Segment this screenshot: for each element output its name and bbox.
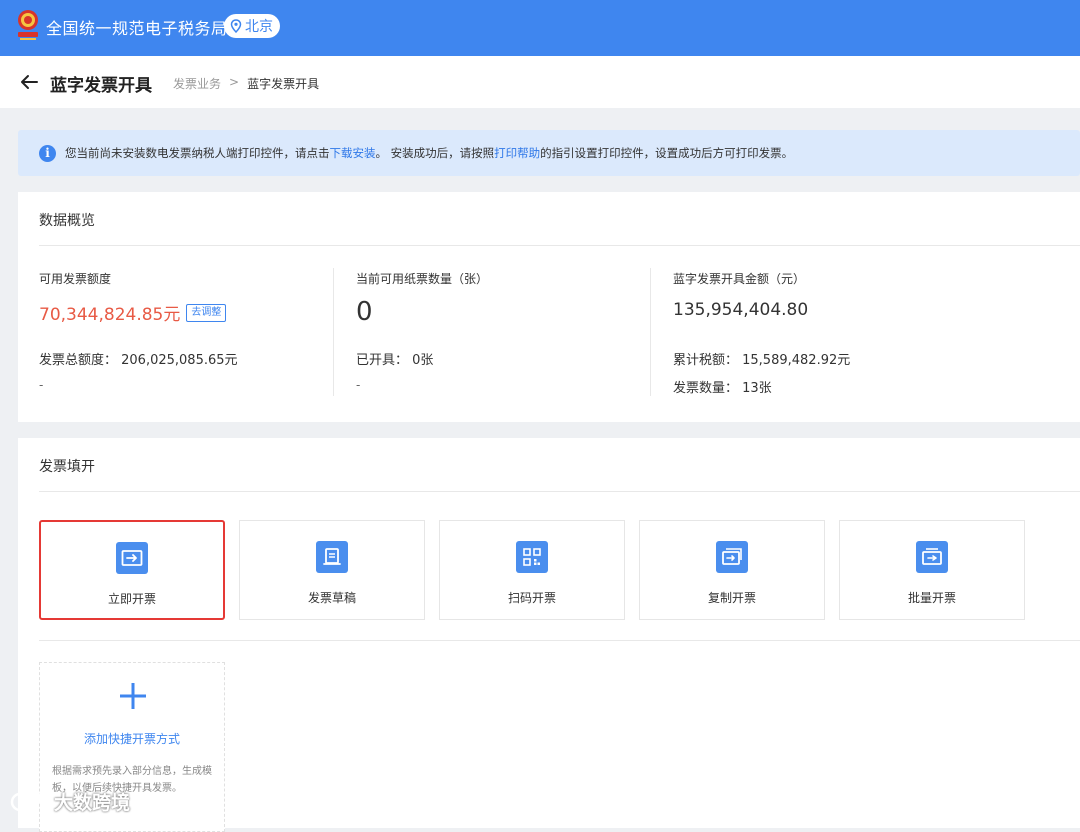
location-selector[interactable]: 北京 [224, 14, 280, 38]
invoice-issue-card: 发票填开 立即开票 发票草稿 扫码开票 复制开票 批量开票 添加快捷开票方式 根… [18, 438, 1080, 832]
breadcrumb: 发票业务 > 蓝字发票开具 [173, 75, 319, 92]
download-install-link[interactable]: 下载安装 [330, 145, 376, 161]
page-title: 蓝字发票开具 [50, 76, 152, 96]
tax-emblem-icon [18, 10, 38, 40]
qr-code-icon [516, 541, 548, 573]
scan-issue-tile[interactable]: 扫码开票 [439, 520, 625, 620]
page-title-bar: 蓝字发票开具 发票业务 > 蓝字发票开具 [0, 56, 1080, 108]
site-title: 全国统一规范电子税务局 [46, 19, 228, 38]
location-pin-icon [230, 19, 242, 33]
available-quota-value: 70,344,824.85元 [39, 305, 181, 325]
notice-text-3: 的指引设置打印控件，设置成功后方可打印发票。 [540, 146, 794, 160]
issue-now-label: 立即开票 [107, 592, 156, 606]
breadcrumb-item-invoice-business[interactable]: 发票业务 [173, 75, 221, 92]
cumulative-tax: 累计税额： 15,589,482.92元 [673, 353, 851, 368]
invoice-now-icon [116, 542, 148, 574]
watermark: 大数跨境 [10, 788, 130, 815]
invoice-count: 发票数量： 13张 [673, 381, 772, 396]
location-label: 北京 [245, 19, 273, 35]
batch-issue-label: 批量开票 [907, 591, 956, 605]
print-help-link[interactable]: 打印帮助 [494, 145, 540, 161]
available-quota-label: 可用发票额度 [39, 272, 112, 286]
available-quota-value-row: 70,344,824.85元 去调整 [39, 300, 227, 325]
breadcrumb-item-current: 蓝字发票开具 [247, 77, 320, 91]
batch-invoice-icon [916, 541, 948, 573]
copy-invoice-icon [716, 541, 748, 573]
notice-text-1: 您当前尚未安装数电发票纳税人端打印控件，请点击 [65, 146, 330, 160]
copy-issue-label: 复制开票 [707, 591, 756, 605]
paper-invoice-label: 当前可用纸票数量（张） [356, 272, 489, 286]
blue-invoice-amount-stat: 蓝字发票开具金额（元） 135,954,404.80 [673, 270, 808, 320]
scan-issue-label: 扫码开票 [507, 591, 556, 605]
breadcrumb-separator: > [229, 75, 240, 89]
column-separator [650, 268, 651, 396]
watermark-logo-icon [10, 791, 47, 811]
invoice-draft-label: 发票草稿 [307, 591, 356, 605]
info-icon: i [39, 144, 56, 162]
watermark-text: 大数跨境 [54, 792, 131, 814]
blue-invoice-amount-value: 135,954,404.80 [673, 300, 809, 320]
add-shortcut-label[interactable]: 添加快捷开票方式 [40, 730, 224, 747]
col2-dash: - [356, 378, 361, 392]
adjust-quota-button[interactable]: 去调整 [186, 303, 227, 322]
back-arrow-icon[interactable] [20, 74, 38, 90]
col1-dash: - [39, 378, 44, 392]
total-quota: 发票总额度： 206,025,085.65元 [39, 353, 238, 368]
overview-title: 数据概览 [39, 213, 95, 229]
issue-now-tile[interactable]: 立即开票 [39, 520, 225, 620]
overview-divider [39, 245, 1080, 246]
available-quota-stat: 可用发票额度 70,344,824.85元 去调整 [39, 270, 227, 325]
issued-count: 已开具： 0张 [356, 353, 434, 368]
copy-issue-tile[interactable]: 复制开票 [639, 520, 825, 620]
top-header: 全国统一规范电子税务局 北京 [0, 0, 1080, 56]
paper-invoice-value: 0 [356, 297, 373, 327]
tiles-divider [39, 640, 1080, 641]
plus-icon[interactable] [118, 681, 148, 711]
paper-invoice-stat: 当前可用纸票数量（张） 0 [356, 270, 488, 327]
draft-icon [316, 541, 348, 573]
print-control-notice: i 您当前尚未安装数电发票纳税人端打印控件，请点击 下载安装 。 安装成功后，请… [18, 130, 1080, 176]
blue-invoice-amount-label: 蓝字发票开具金额（元） [673, 272, 806, 286]
invoice-draft-tile[interactable]: 发票草稿 [239, 520, 425, 620]
data-overview-card: 数据概览 可用发票额度 70,344,824.85元 去调整 发票总额度： 20… [18, 192, 1080, 422]
notice-text-2: 。 安装成功后，请按照 [375, 146, 495, 160]
issue-divider [39, 491, 1080, 492]
issue-title: 发票填开 [39, 459, 95, 475]
batch-issue-tile[interactable]: 批量开票 [839, 520, 1025, 620]
column-separator [333, 268, 334, 396]
